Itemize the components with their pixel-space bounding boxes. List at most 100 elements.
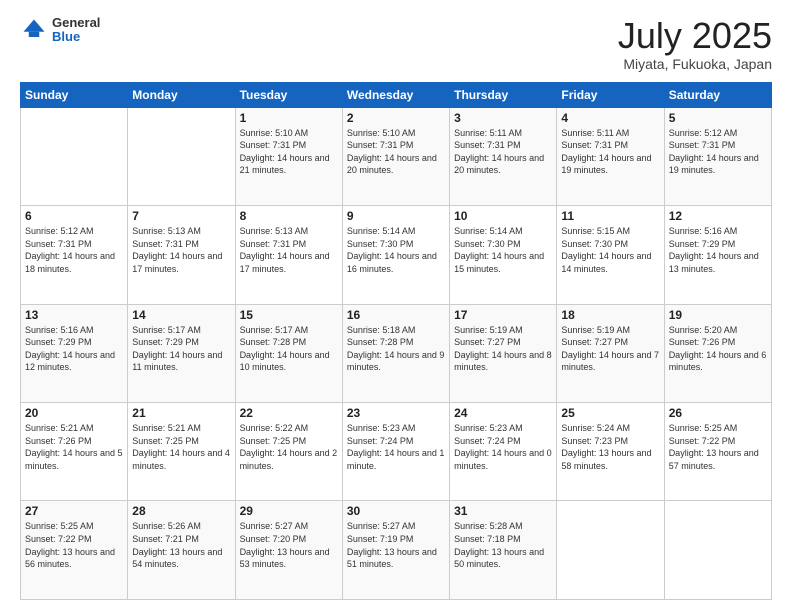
day-number: 11 xyxy=(561,209,659,223)
day-number: 1 xyxy=(240,111,338,125)
calendar-cell: 21 Sunrise: 5:21 AMSunset: 7:25 PMDayligh… xyxy=(128,403,235,501)
day-number: 13 xyxy=(25,308,123,322)
calendar-cell: 9 Sunrise: 5:14 AMSunset: 7:30 PMDaylight… xyxy=(342,206,449,304)
calendar-cell: 17 Sunrise: 5:19 AMSunset: 7:27 PMDayligh… xyxy=(450,304,557,402)
weekday-header-friday: Friday xyxy=(557,82,664,107)
day-number: 2 xyxy=(347,111,445,125)
calendar-cell: 27 Sunrise: 5:25 AMSunset: 7:22 PMDayligh… xyxy=(21,501,128,600)
day-number: 12 xyxy=(669,209,767,223)
day-info: Sunrise: 5:25 AMSunset: 7:22 PMDaylight:… xyxy=(669,422,767,472)
day-info: Sunrise: 5:20 AMSunset: 7:26 PMDaylight:… xyxy=(669,324,767,374)
day-info: Sunrise: 5:21 AMSunset: 7:25 PMDaylight:… xyxy=(132,422,230,472)
weekday-header-tuesday: Tuesday xyxy=(235,82,342,107)
calendar-cell: 29 Sunrise: 5:27 AMSunset: 7:20 PMDayligh… xyxy=(235,501,342,600)
day-number: 31 xyxy=(454,504,552,518)
page: General Blue July 2025 Miyata, Fukuoka, … xyxy=(0,0,792,612)
calendar-cell: 16Sunrise: 5:18 AMSunset: 7:28 PMDayligh… xyxy=(342,304,449,402)
calendar-cell: 13 Sunrise: 5:16 AMSunset: 7:29 PMDayligh… xyxy=(21,304,128,402)
day-info: Sunrise: 5:23 AMSunset: 7:24 PMDaylight:… xyxy=(347,422,445,472)
calendar-cell: 3Sunrise: 5:11 AMSunset: 7:31 PMDaylight… xyxy=(450,107,557,205)
day-number: 22 xyxy=(240,406,338,420)
day-info: Sunrise: 5:10 AMSunset: 7:31 PMDaylight:… xyxy=(240,127,338,177)
logo-text: General Blue xyxy=(52,16,100,45)
day-info: Sunrise: 5:28 AMSunset: 7:18 PMDaylight:… xyxy=(454,520,552,570)
subtitle: Miyata, Fukuoka, Japan xyxy=(618,56,772,72)
logo: General Blue xyxy=(20,16,100,45)
day-number: 17 xyxy=(454,308,552,322)
calendar-cell: 12 Sunrise: 5:16 AMSunset: 7:29 PMDayligh… xyxy=(664,206,771,304)
day-info: Sunrise: 5:18 AMSunset: 7:28 PMDaylight:… xyxy=(347,324,445,374)
day-info: Sunrise: 5:16 AMSunset: 7:29 PMDaylight:… xyxy=(669,225,767,275)
day-number: 20 xyxy=(25,406,123,420)
calendar-week-1: 1 Sunrise: 5:10 AMSunset: 7:31 PMDaylight… xyxy=(21,107,772,205)
day-number: 6 xyxy=(25,209,123,223)
day-number: 8 xyxy=(240,209,338,223)
day-number: 7 xyxy=(132,209,230,223)
day-info: Sunrise: 5:13 AMSunset: 7:31 PMDaylight:… xyxy=(132,225,230,275)
day-info: Sunrise: 5:12 AMSunset: 7:31 PMDaylight:… xyxy=(25,225,123,275)
day-info: Sunrise: 5:23 AMSunset: 7:24 PMDaylight:… xyxy=(454,422,552,472)
day-info: Sunrise: 5:13 AMSunset: 7:31 PMDaylight:… xyxy=(240,225,338,275)
day-info: Sunrise: 5:14 AMSunset: 7:30 PMDaylight:… xyxy=(347,225,445,275)
day-number: 14 xyxy=(132,308,230,322)
calendar-cell xyxy=(21,107,128,205)
weekday-header-wednesday: Wednesday xyxy=(342,82,449,107)
calendar-week-2: 6 Sunrise: 5:12 AMSunset: 7:31 PMDaylight… xyxy=(21,206,772,304)
day-number: 19 xyxy=(669,308,767,322)
calendar-cell: 7 Sunrise: 5:13 AMSunset: 7:31 PMDaylight… xyxy=(128,206,235,304)
calendar-cell: 25Sunrise: 5:24 AMSunset: 7:23 PMDayligh… xyxy=(557,403,664,501)
day-info: Sunrise: 5:21 AMSunset: 7:26 PMDaylight:… xyxy=(25,422,123,472)
day-number: 26 xyxy=(669,406,767,420)
day-number: 10 xyxy=(454,209,552,223)
day-info: Sunrise: 5:26 AMSunset: 7:21 PMDaylight:… xyxy=(132,520,230,570)
calendar-cell: 11 Sunrise: 5:15 AMSunset: 7:30 PMDayligh… xyxy=(557,206,664,304)
logo-blue: Blue xyxy=(52,30,100,44)
day-number: 30 xyxy=(347,504,445,518)
calendar-week-4: 20 Sunrise: 5:21 AMSunset: 7:26 PMDayligh… xyxy=(21,403,772,501)
calendar-cell: 28 Sunrise: 5:26 AMSunset: 7:21 PMDayligh… xyxy=(128,501,235,600)
calendar-cell: 1 Sunrise: 5:10 AMSunset: 7:31 PMDaylight… xyxy=(235,107,342,205)
header: General Blue July 2025 Miyata, Fukuoka, … xyxy=(20,16,772,72)
day-info: Sunrise: 5:19 AMSunset: 7:27 PMDaylight:… xyxy=(454,324,552,374)
day-number: 21 xyxy=(132,406,230,420)
day-info: Sunrise: 5:15 AMSunset: 7:30 PMDaylight:… xyxy=(561,225,659,275)
weekday-header-monday: Monday xyxy=(128,82,235,107)
day-info: Sunrise: 5:25 AMSunset: 7:22 PMDaylight:… xyxy=(25,520,123,570)
day-info: Sunrise: 5:16 AMSunset: 7:29 PMDaylight:… xyxy=(25,324,123,374)
logo-icon xyxy=(20,16,48,44)
day-info: Sunrise: 5:11 AMSunset: 7:31 PMDaylight:… xyxy=(454,127,552,177)
day-info: Sunrise: 5:12 AMSunset: 7:31 PMDaylight:… xyxy=(669,127,767,177)
title-block: July 2025 Miyata, Fukuoka, Japan xyxy=(618,16,772,72)
day-info: Sunrise: 5:11 AMSunset: 7:31 PMDaylight:… xyxy=(561,127,659,177)
day-number: 27 xyxy=(25,504,123,518)
day-number: 9 xyxy=(347,209,445,223)
weekday-header-sunday: Sunday xyxy=(21,82,128,107)
day-number: 15 xyxy=(240,308,338,322)
calendar-cell: 10 Sunrise: 5:14 AMSunset: 7:30 PMDayligh… xyxy=(450,206,557,304)
calendar-cell: 23 Sunrise: 5:23 AMSunset: 7:24 PMDayligh… xyxy=(342,403,449,501)
calendar-cell xyxy=(128,107,235,205)
calendar-cell: 19 Sunrise: 5:20 AMSunset: 7:26 PMDayligh… xyxy=(664,304,771,402)
calendar-cell: 20 Sunrise: 5:21 AMSunset: 7:26 PMDayligh… xyxy=(21,403,128,501)
calendar-cell: 24 Sunrise: 5:23 AMSunset: 7:24 PMDayligh… xyxy=(450,403,557,501)
weekday-header-row: SundayMondayTuesdayWednesdayThursdayFrid… xyxy=(21,82,772,107)
calendar-table: SundayMondayTuesdayWednesdayThursdayFrid… xyxy=(20,82,772,600)
weekday-header-thursday: Thursday xyxy=(450,82,557,107)
weekday-header-saturday: Saturday xyxy=(664,82,771,107)
day-number: 5 xyxy=(669,111,767,125)
day-number: 23 xyxy=(347,406,445,420)
day-info: Sunrise: 5:22 AMSunset: 7:25 PMDaylight:… xyxy=(240,422,338,472)
day-info: Sunrise: 5:24 AMSunset: 7:23 PMDaylight:… xyxy=(561,422,659,472)
calendar-cell: 15Sunrise: 5:17 AMSunset: 7:28 PMDayligh… xyxy=(235,304,342,402)
day-number: 24 xyxy=(454,406,552,420)
calendar-cell: 4Sunrise: 5:11 AMSunset: 7:31 PMDaylight… xyxy=(557,107,664,205)
day-number: 29 xyxy=(240,504,338,518)
day-number: 18 xyxy=(561,308,659,322)
day-number: 28 xyxy=(132,504,230,518)
day-info: Sunrise: 5:14 AMSunset: 7:30 PMDaylight:… xyxy=(454,225,552,275)
day-info: Sunrise: 5:27 AMSunset: 7:20 PMDaylight:… xyxy=(240,520,338,570)
logo-general: General xyxy=(52,16,100,30)
calendar-cell: 26 Sunrise: 5:25 AMSunset: 7:22 PMDayligh… xyxy=(664,403,771,501)
calendar-week-5: 27 Sunrise: 5:25 AMSunset: 7:22 PMDayligh… xyxy=(21,501,772,600)
calendar-cell: 5 Sunrise: 5:12 AMSunset: 7:31 PMDaylight… xyxy=(664,107,771,205)
